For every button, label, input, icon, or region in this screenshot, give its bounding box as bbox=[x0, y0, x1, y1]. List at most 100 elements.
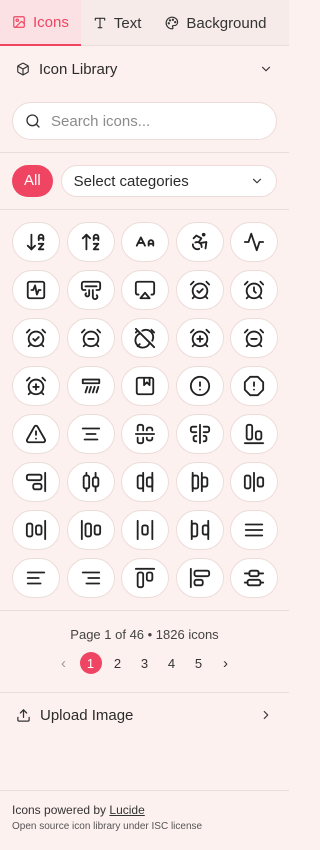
alert-octagon-icon bbox=[243, 375, 265, 397]
align-horizontal-space-around-icon bbox=[136, 519, 154, 541]
align-start-horizontal-icon bbox=[134, 567, 156, 589]
page-3-button[interactable]: 3 bbox=[134, 652, 156, 674]
icon-tile-alarm-clock-check[interactable] bbox=[12, 318, 60, 358]
tab-text-label: Text bbox=[113, 14, 142, 32]
icon-library-header[interactable]: Icon Library bbox=[0, 46, 289, 92]
alarm-plus-icon bbox=[25, 376, 47, 396]
category-select-label: Select categories bbox=[73, 172, 189, 190]
icon-tile-align-horizontal-justify-start[interactable] bbox=[66, 510, 115, 550]
icon-library-label: Icon Library bbox=[39, 60, 118, 78]
align-horizontal-justify-end-icon bbox=[25, 519, 47, 541]
prev-page-button[interactable]: ‹ bbox=[53, 652, 75, 674]
icon-tile-align-center-horizontal[interactable] bbox=[121, 414, 169, 454]
divider bbox=[0, 610, 289, 611]
icon-tile-align-horizontal-space-between[interactable] bbox=[175, 510, 224, 550]
icon-tile-alert-triangle[interactable] bbox=[12, 414, 60, 454]
upload-icon bbox=[17, 708, 30, 722]
alarm-clock-plus-icon bbox=[189, 328, 210, 348]
align-vertical-distribute-center-icon bbox=[243, 569, 265, 587]
chevron-down-icon bbox=[252, 178, 262, 184]
icon-tile-align-right[interactable] bbox=[66, 558, 115, 598]
alarm-check-icon bbox=[189, 280, 210, 300]
icon-tile-a-large-small[interactable] bbox=[121, 222, 169, 262]
align-center-horizontal-icon bbox=[134, 423, 156, 445]
icon-tile-align-end-vertical[interactable] bbox=[12, 462, 60, 502]
icon-tile-activity[interactable] bbox=[230, 222, 278, 262]
icon-tile-align-center[interactable] bbox=[66, 414, 115, 454]
icon-tile-align-start-vertical[interactable] bbox=[175, 558, 224, 598]
icon-tile-alert-circle[interactable] bbox=[175, 366, 224, 406]
page-5-button[interactable]: 5 bbox=[188, 652, 210, 674]
icon-tile-align-horizontal-distribute-start[interactable] bbox=[175, 462, 224, 502]
align-start-vertical-icon bbox=[189, 567, 210, 589]
align-horizontal-distribute-end-icon bbox=[136, 471, 154, 493]
chevron-down-icon bbox=[261, 66, 271, 72]
palette-icon bbox=[165, 16, 179, 30]
icon-tile-album-vent[interactable] bbox=[66, 366, 115, 406]
icon-tile-align-horizontal-space-around[interactable] bbox=[121, 510, 169, 550]
search-icon bbox=[26, 114, 40, 128]
align-end-vertical-icon bbox=[25, 471, 47, 493]
search-input[interactable] bbox=[51, 112, 276, 130]
icon-tile-alarm-minus[interactable] bbox=[230, 318, 278, 358]
icon-tile-arrow-up-a-z[interactable] bbox=[66, 222, 115, 262]
icon-tile-alarm-check[interactable] bbox=[175, 270, 224, 310]
icon-tile-air-vent[interactable] bbox=[66, 270, 115, 310]
upload-image-header[interactable]: Upload Image bbox=[0, 693, 289, 737]
icon-tile-align-center-vertical[interactable] bbox=[175, 414, 224, 454]
page-2-button[interactable]: 2 bbox=[107, 652, 129, 674]
icon-tile-align-justify[interactable] bbox=[230, 510, 278, 550]
icon-tile-accessibility[interactable] bbox=[175, 222, 224, 262]
lucide-link[interactable]: Lucide bbox=[109, 803, 144, 817]
icon-tile-alarm-clock-plus[interactable] bbox=[175, 318, 224, 358]
alert-circle-icon bbox=[189, 375, 210, 397]
filter-row: All Select categories bbox=[0, 153, 289, 209]
icon-tile-alert-octagon[interactable] bbox=[230, 366, 278, 406]
align-end-horizontal-icon bbox=[243, 423, 265, 445]
type-icon bbox=[94, 17, 106, 29]
icon-tile-alarm-clock[interactable] bbox=[230, 270, 278, 310]
search-box[interactable] bbox=[12, 102, 277, 140]
icon-tile-arrow-down-a-z[interactable] bbox=[12, 222, 60, 262]
filter-all-button[interactable]: All bbox=[12, 165, 53, 197]
icon-tile-align-start-horizontal[interactable] bbox=[121, 558, 169, 598]
license-text: Open source icon library under ISC licen… bbox=[12, 821, 203, 832]
icon-tile-align-horizontal-distribute-end[interactable] bbox=[121, 462, 169, 502]
icon-tile-align-horizontal-distribute-center[interactable] bbox=[66, 462, 115, 502]
icon-tile-alarm-clock-off[interactable] bbox=[121, 318, 169, 358]
image-icon bbox=[13, 16, 25, 28]
tab-icons-label: Icons bbox=[33, 13, 69, 31]
icon-tile-align-end-horizontal[interactable] bbox=[230, 414, 278, 454]
a-large-small-icon bbox=[135, 236, 155, 247]
icon-tile-align-vertical-distribute-center[interactable] bbox=[230, 558, 278, 598]
icon-tile-airplay[interactable] bbox=[121, 270, 169, 310]
tab-icons[interactable]: Icons bbox=[0, 0, 81, 46]
next-page-button[interactable]: › bbox=[215, 652, 237, 674]
powered-by: Icons powered by Lucide bbox=[12, 803, 277, 817]
icon-tile-align-horizontal-justify-center[interactable] bbox=[230, 462, 278, 502]
alarm-clock-off-icon bbox=[134, 327, 156, 349]
icon-tile-album[interactable] bbox=[121, 366, 169, 406]
tab-text[interactable]: Text bbox=[81, 0, 154, 46]
icon-grid bbox=[0, 210, 289, 598]
tab-background-label: Background bbox=[186, 14, 267, 32]
icon-tile-alarm-plus[interactable] bbox=[12, 366, 60, 406]
pagination-info: Page 1 of 46 • 1826 icons bbox=[70, 627, 219, 642]
icon-tile-activity-square[interactable] bbox=[12, 270, 60, 310]
align-center-vertical-icon bbox=[189, 423, 210, 445]
page-1-button[interactable]: 1 bbox=[79, 652, 102, 674]
page-4-button[interactable]: 4 bbox=[161, 652, 183, 674]
chevron-right-icon bbox=[263, 710, 269, 720]
align-justify-icon bbox=[244, 523, 264, 537]
align-left-icon bbox=[26, 571, 46, 585]
icon-tile-align-left[interactable] bbox=[12, 558, 60, 598]
category-select[interactable]: Select categories bbox=[60, 165, 277, 197]
tab-background[interactable]: Background bbox=[153, 0, 278, 46]
align-horizontal-justify-start-icon bbox=[80, 519, 101, 541]
align-horizontal-space-between-icon bbox=[190, 519, 209, 541]
icon-tile-alarm-clock-minus[interactable] bbox=[66, 318, 115, 358]
footer: Icons powered by Lucide Open source icon… bbox=[0, 790, 289, 850]
icon-tile-align-horizontal-justify-end[interactable] bbox=[12, 510, 60, 550]
alarm-minus-icon bbox=[243, 328, 265, 348]
album-vent-icon bbox=[81, 378, 100, 394]
